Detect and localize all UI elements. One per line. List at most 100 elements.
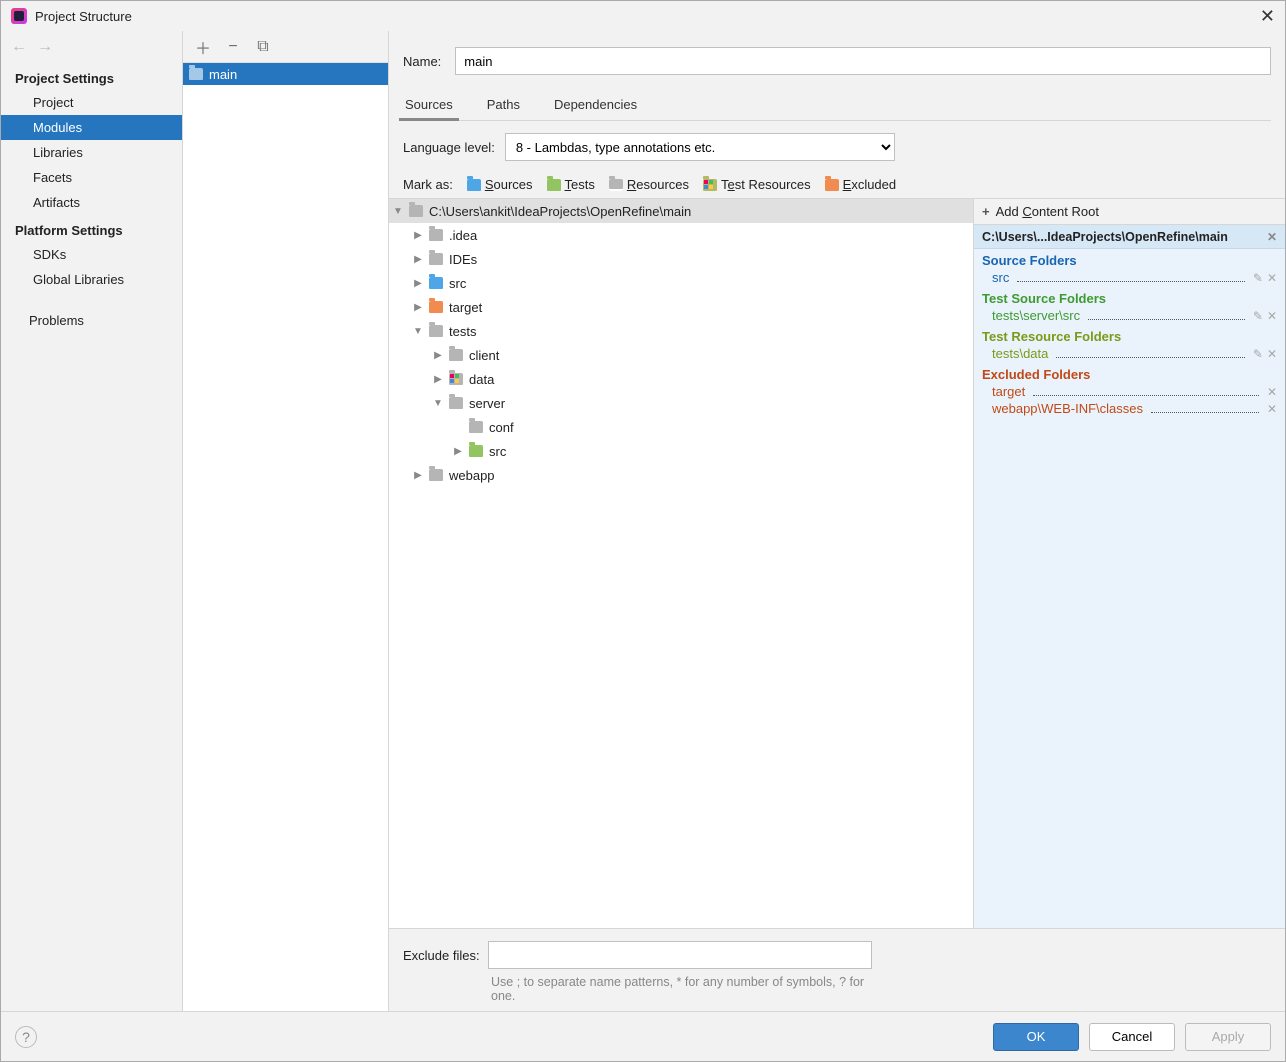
module-list: ＋ − ⧉ main bbox=[183, 31, 389, 1011]
toggle-icon[interactable]: ▶ bbox=[413, 470, 423, 481]
sidebar-item-libraries[interactable]: Libraries bbox=[1, 140, 182, 165]
sidebar-item-modules[interactable]: Modules bbox=[1, 115, 182, 140]
tab-paths[interactable]: Paths bbox=[485, 91, 522, 120]
content-root-path[interactable]: C:\Users\...IdeaProjects\OpenRefine\main… bbox=[974, 225, 1285, 249]
sidebar-item-global-libraries[interactable]: Global Libraries bbox=[1, 267, 182, 292]
add-content-root[interactable]: + Add Content Root bbox=[974, 199, 1285, 225]
exclude-input[interactable] bbox=[488, 941, 872, 969]
toggle-icon[interactable]: ▶ bbox=[413, 302, 423, 313]
mark-excluded[interactable]: Excluded bbox=[825, 177, 896, 192]
add-icon[interactable]: ＋ bbox=[195, 39, 211, 55]
mark-tests[interactable]: Tests bbox=[547, 177, 595, 192]
root-folder-path: tests\data bbox=[992, 346, 1048, 361]
root-folder-path: tests\server\src bbox=[992, 308, 1080, 323]
toggle-icon[interactable]: ▼ bbox=[413, 326, 423, 337]
language-level-bar: Language level: 8 - Lambdas, type annota… bbox=[389, 121, 1285, 173]
tree-label: .idea bbox=[449, 228, 477, 243]
tree-row[interactable]: ▶target bbox=[389, 295, 973, 319]
edit-icon[interactable]: ✎ bbox=[1253, 347, 1263, 361]
toggle-icon[interactable]: ▶ bbox=[413, 254, 423, 265]
root-section: Test Resource Folders bbox=[974, 325, 1285, 346]
footer: ? OK Cancel Apply bbox=[1, 1011, 1285, 1061]
tab-dependencies[interactable]: Dependencies bbox=[552, 91, 639, 120]
remove-icon[interactable]: ✕ bbox=[1267, 385, 1277, 399]
remove-icon[interactable]: ✕ bbox=[1267, 309, 1277, 323]
tab-sources[interactable]: Sources bbox=[403, 91, 455, 120]
sources-split: ▼ C:\Users\ankit\IdeaProjects\OpenRefine… bbox=[389, 198, 1285, 928]
tabs: Sources Paths Dependencies bbox=[403, 91, 1271, 121]
back-icon[interactable]: ← bbox=[11, 38, 27, 56]
apply-button[interactable]: Apply bbox=[1185, 1023, 1271, 1051]
tree-row[interactable]: ▶ client bbox=[389, 343, 973, 367]
mark-test-resources[interactable]: Test Resources bbox=[703, 177, 811, 192]
tree-row[interactable]: ▶src bbox=[389, 439, 973, 463]
module-item-main[interactable]: main bbox=[183, 63, 388, 85]
cancel-button[interactable]: Cancel bbox=[1089, 1023, 1175, 1051]
tree-row[interactable]: ▶data bbox=[389, 367, 973, 391]
toggle-icon[interactable]: ▶ bbox=[433, 350, 443, 361]
remove-content-root-icon[interactable]: ✕ bbox=[1267, 230, 1277, 244]
tree-root-row[interactable]: ▼ C:\Users\ankit\IdeaProjects\OpenRefine… bbox=[389, 199, 973, 223]
tree-label: conf bbox=[489, 420, 514, 435]
copy-icon[interactable]: ⧉ bbox=[255, 39, 271, 55]
root-folder-line[interactable]: tests\data ✎ ✕ bbox=[974, 346, 1285, 363]
sidebar-item-facets[interactable]: Facets bbox=[1, 165, 182, 190]
remove-icon[interactable]: ✕ bbox=[1267, 271, 1277, 285]
mark-as-bar: Mark as: Sources Tests Resources Test Re… bbox=[389, 173, 1285, 198]
root-folder-path: webapp\WEB-INF\classes bbox=[992, 401, 1143, 416]
sidebar-item-problems[interactable]: Problems bbox=[1, 308, 182, 333]
folder-tree: ▼ C:\Users\ankit\IdeaProjects\OpenRefine… bbox=[389, 199, 973, 928]
folder-icon bbox=[429, 469, 443, 481]
intellij-icon bbox=[11, 8, 27, 24]
mark-sources[interactable]: Sources bbox=[467, 177, 533, 192]
tree-row[interactable]: conf bbox=[389, 415, 973, 439]
name-input[interactable] bbox=[455, 47, 1271, 75]
sidebar-item-project[interactable]: Project bbox=[1, 90, 182, 115]
exclude-label: Exclude files: bbox=[403, 948, 480, 963]
tree-label: IDEs bbox=[449, 252, 477, 267]
exclude-hint: Use ; to separate name patterns, * for a… bbox=[491, 975, 881, 1003]
section-project-settings: Project Settings bbox=[1, 63, 182, 90]
tree-row[interactable]: ▶ IDEs bbox=[389, 247, 973, 271]
folder-icon bbox=[429, 229, 443, 241]
language-level-select[interactable]: 8 - Lambdas, type annotations etc. bbox=[505, 133, 895, 161]
plus-icon: + bbox=[982, 204, 990, 219]
close-icon[interactable]: ✕ bbox=[1260, 7, 1275, 25]
sidebar-item-artifacts[interactable]: Artifacts bbox=[1, 190, 182, 215]
toggle-icon[interactable]: ▶ bbox=[413, 230, 423, 241]
root-folder-line[interactable]: tests\server\src ✎ ✕ bbox=[974, 308, 1285, 325]
sources-folder-icon bbox=[467, 179, 481, 191]
mark-resources[interactable]: Resources bbox=[609, 177, 689, 192]
root-folder-line[interactable]: src✎✕ bbox=[974, 270, 1285, 287]
ok-button[interactable]: OK bbox=[993, 1023, 1079, 1051]
root-section: Excluded Folders bbox=[974, 363, 1285, 384]
help-icon[interactable]: ? bbox=[15, 1026, 37, 1048]
tree-row[interactable]: ▶webapp bbox=[389, 463, 973, 487]
folder-icon bbox=[469, 445, 483, 457]
tree-row[interactable]: ▼tests bbox=[389, 319, 973, 343]
toggle-icon[interactable]: ▶ bbox=[453, 446, 463, 457]
tree-row[interactable]: ▶ .idea bbox=[389, 223, 973, 247]
root-folder-line[interactable]: target✕ bbox=[974, 384, 1285, 401]
root-folder-line[interactable]: webapp\WEB-INF\classes ✕ bbox=[974, 401, 1285, 418]
dialog-body: ← → Project Settings Project Modules Lib… bbox=[1, 31, 1285, 1011]
tree-row[interactable]: ▼ server bbox=[389, 391, 973, 415]
edit-icon[interactable]: ✎ bbox=[1253, 309, 1263, 323]
forward-icon[interactable]: → bbox=[37, 38, 53, 56]
remove-icon[interactable]: − bbox=[225, 39, 241, 55]
remove-icon[interactable]: ✕ bbox=[1267, 402, 1277, 416]
toggle-open-icon[interactable]: ▼ bbox=[393, 206, 403, 217]
toggle-icon[interactable]: ▶ bbox=[413, 278, 423, 289]
toggle-icon[interactable]: ▼ bbox=[433, 398, 443, 409]
titlebar: Project Structure ✕ bbox=[1, 1, 1285, 31]
module-toolbar: ＋ − ⧉ bbox=[183, 31, 388, 63]
remove-icon[interactable]: ✕ bbox=[1267, 347, 1277, 361]
tree-row[interactable]: ▶src bbox=[389, 271, 973, 295]
toggle-icon[interactable]: ▶ bbox=[433, 374, 443, 385]
sidebar-item-sdks[interactable]: SDKs bbox=[1, 242, 182, 267]
tree-label: server bbox=[469, 396, 505, 411]
tree-label: client bbox=[469, 348, 499, 363]
exclude-bar: Exclude files: Use ; to separate name pa… bbox=[389, 928, 1285, 1011]
edit-icon[interactable]: ✎ bbox=[1253, 271, 1263, 285]
folder-icon bbox=[429, 325, 443, 337]
